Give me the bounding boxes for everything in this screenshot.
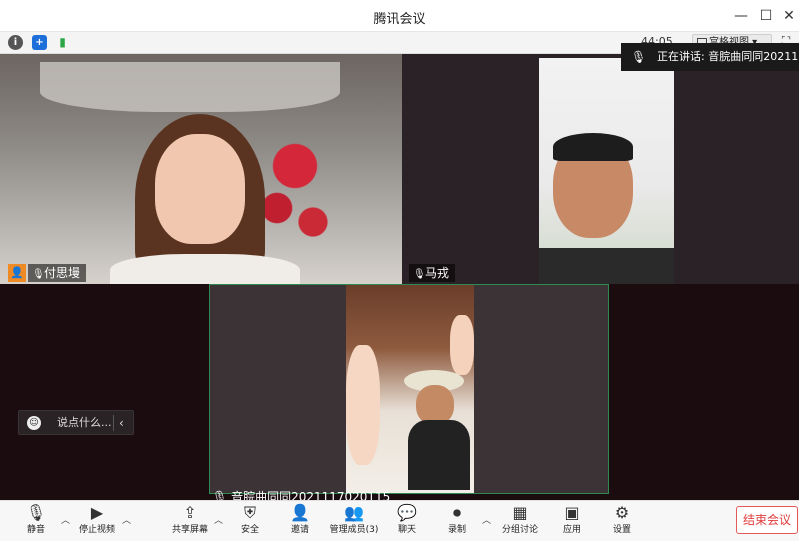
manage-members-button[interactable]: 👥 管理成员(3) (327, 503, 381, 541)
stop-video-label: 停止视频 (78, 525, 115, 535)
settings-button[interactable]: ⚙ 设置 (598, 503, 646, 541)
record-icon: ⏺ (452, 503, 461, 522)
gear-icon: ⚙ (614, 503, 630, 522)
divider (113, 415, 114, 431)
participant-video-frame (346, 285, 474, 493)
record-label: 录制 (447, 525, 466, 535)
chat-input[interactable]: ☺ 说点什么... ‹ (18, 410, 134, 435)
participant-hair (553, 133, 633, 161)
meeting-window: 腾讯会议 — ☐ ✕ i + ▮ 44:05 宫格视图 ▾ ⛶ 👤 🎙付思墁 🎙… (0, 0, 799, 541)
share-screen-icon: ⇪ (183, 503, 197, 522)
video-options-chevron-icon[interactable]: ︿ (122, 513, 131, 526)
security-label: 安全 (240, 525, 259, 535)
participant-face (155, 134, 245, 244)
chat-placeholder: 说点什么... (57, 416, 112, 429)
microphone-icon: 🎙 (25, 503, 47, 522)
mute-button[interactable]: 🎙 静音 (12, 503, 60, 541)
participant-name: 马戎 (425, 266, 450, 280)
share-screen-label: 共享屏幕 (171, 525, 208, 535)
maximize-icon[interactable]: ☐ (756, 6, 776, 26)
camera-icon: ▶ (90, 503, 104, 522)
record-button[interactable]: ⏺ 录制 (433, 503, 481, 541)
end-meeting-button[interactable]: 结束会议 (736, 506, 798, 534)
participant-figure (450, 315, 474, 375)
invite-label: 邀请 (290, 525, 309, 535)
manage-members-label: 管理成员(3) (329, 525, 379, 535)
mic-icon: 🎙 (413, 269, 426, 280)
chat-icon: 💬 (397, 503, 417, 522)
participant-figure (346, 345, 380, 465)
active-speaker-label: 正在讲话: 音脘曲同同2021117... (657, 50, 799, 63)
breakout-icon: ▦ (512, 503, 528, 522)
members-icon: 👥 (344, 503, 364, 522)
participant-name-tag: 🎙付思墁 (28, 264, 87, 282)
invite-button[interactable]: 👤 邀请 (276, 503, 324, 541)
security-button[interactable]: ⛨ 安全 (226, 503, 274, 541)
participant-name-tag: 🎙马戎 (409, 264, 456, 282)
info-icon[interactable]: i (8, 35, 23, 50)
active-speaker-panel: 🎙 正在讲话: 音脘曲同同2021117... (621, 43, 799, 71)
share-options-chevron-icon[interactable]: ︿ (214, 513, 223, 526)
mute-options-chevron-icon[interactable]: ︿ (61, 513, 70, 526)
chat-label: 聊天 (397, 525, 416, 535)
minimize-icon[interactable]: — (731, 6, 751, 26)
video-tile-participant-3-active[interactable] (209, 284, 609, 494)
security-shield-icon: ⛨ (243, 503, 256, 522)
breakout-rooms-button[interactable]: ▦ 分组讨论 (494, 503, 546, 541)
host-badge-icon: 👤 (8, 264, 26, 282)
participant-body (539, 248, 674, 284)
participant-body (110, 254, 300, 284)
apps-label: 应用 (562, 525, 581, 535)
record-options-chevron-icon[interactable]: ︿ (482, 513, 491, 526)
share-screen-button[interactable]: ⇪ 共享屏幕 (166, 503, 214, 541)
shield-icon[interactable]: + (32, 35, 47, 50)
mic-icon: 🎙 (32, 269, 45, 280)
add-user-icon: 👤 (290, 503, 310, 522)
apps-button[interactable]: ▣ 应用 (548, 503, 596, 541)
collapse-chevron-icon[interactable]: ‹ (119, 411, 124, 435)
meeting-toolbar: 🎙 静音 ︿ ▶ 停止视频 ︿ ⇪ 共享屏幕 ︿ ⛨ 安全 👤 邀请 👥 管理成… (0, 500, 799, 541)
chat-button[interactable]: 💬 聊天 (383, 503, 431, 541)
close-icon[interactable]: ✕ (779, 6, 799, 26)
signal-icon[interactable]: ▮ (55, 35, 70, 50)
mute-label: 静音 (26, 525, 45, 535)
settings-label: 设置 (612, 525, 631, 535)
mic-icon: 🎙 (631, 50, 647, 64)
video-tile-participant-2[interactable] (402, 54, 799, 284)
emoji-icon[interactable]: ☺ (27, 416, 41, 430)
apps-grid-icon: ▣ (564, 503, 580, 522)
participant-video-frame (539, 58, 674, 284)
window-title: 腾讯会议 (373, 12, 426, 27)
video-background (40, 62, 340, 112)
breakout-label: 分组讨论 (501, 525, 538, 535)
stop-video-button[interactable]: ▶ 停止视频 (73, 503, 121, 541)
participant-body (408, 420, 470, 490)
video-tile-participant-1[interactable] (0, 54, 402, 284)
participant-name: 付思墁 (44, 266, 81, 280)
title-bar: 腾讯会议 — ☐ ✕ (0, 0, 799, 32)
participant-face (416, 385, 454, 425)
